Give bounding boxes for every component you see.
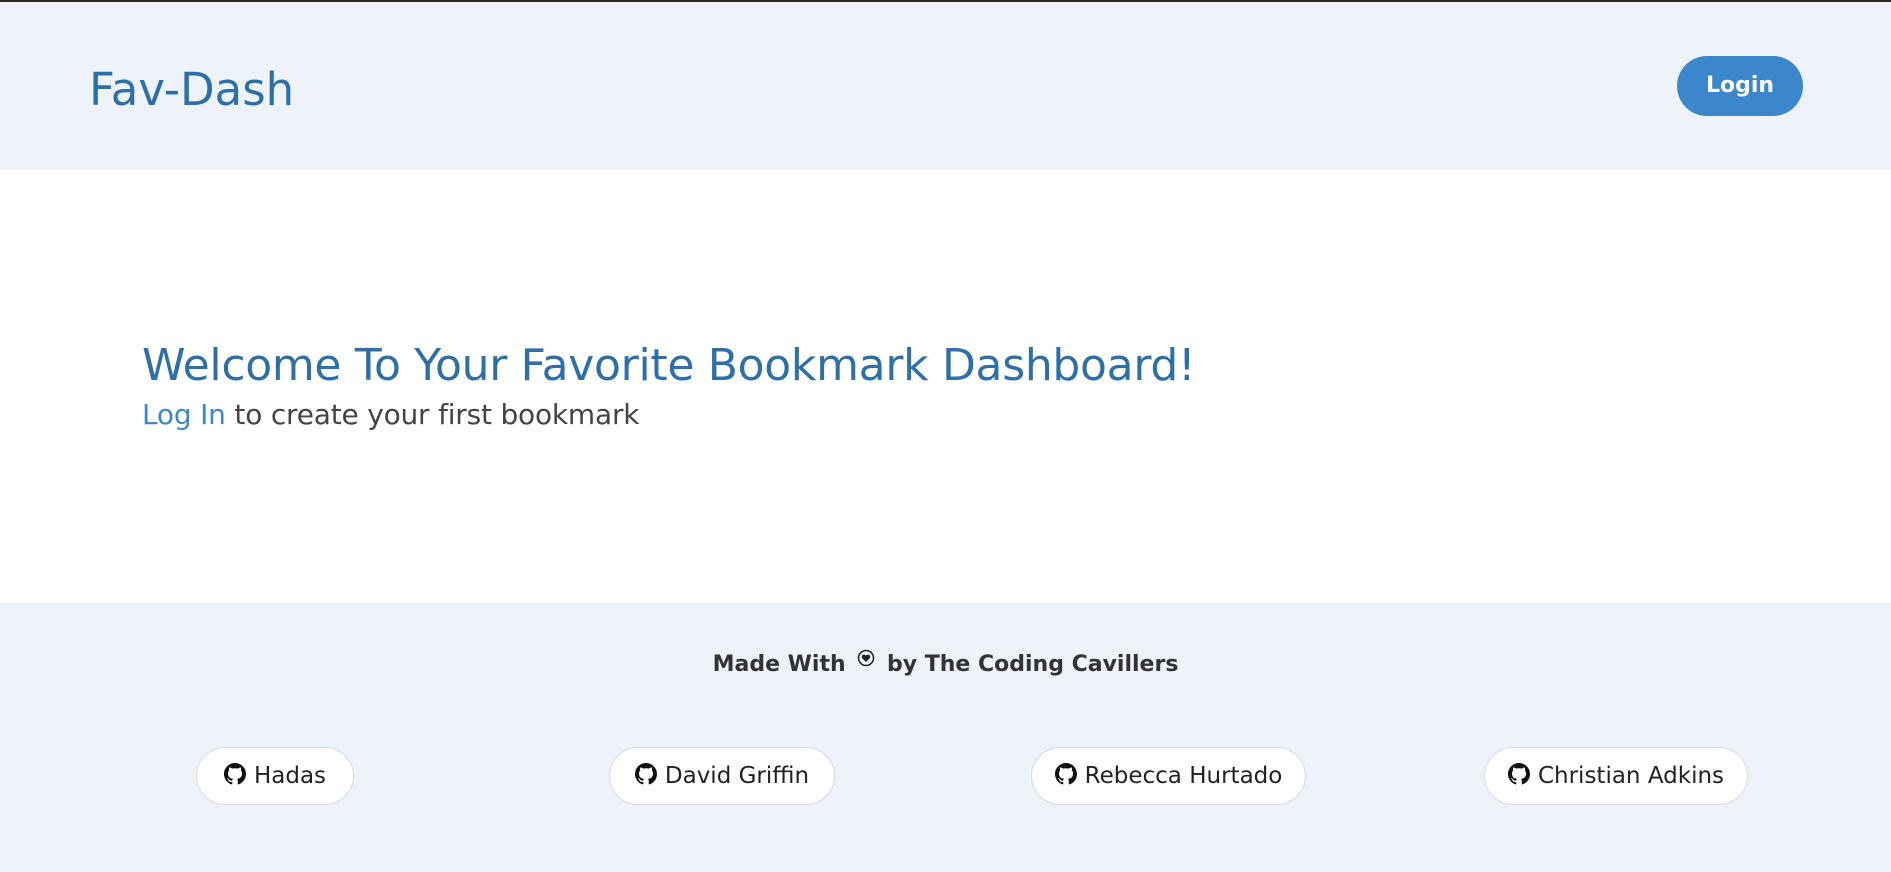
contributor-link-rebecca-hurtado[interactable]: Rebecca Hurtado: [1031, 747, 1306, 805]
contributor-name: Hadas: [253, 763, 327, 789]
login-link[interactable]: Log In: [142, 398, 226, 431]
site-header: Fav-Dash Login: [0, 2, 1891, 170]
site-footer: Made With by The Coding Cavillers Hadas …: [0, 603, 1891, 872]
made-with-credit: Made With by The Coding Cavillers: [0, 645, 1891, 681]
hero-section: Welcome To Your Favorite Bookmark Dashbo…: [0, 170, 1891, 603]
brand-logo-link[interactable]: Fav-Dash: [89, 62, 294, 118]
contributor-name: David Griffin: [664, 763, 810, 789]
github-icon: [1054, 763, 1077, 785]
login-button[interactable]: Login: [1677, 56, 1803, 116]
made-with-prefix: Made With: [712, 652, 846, 677]
hero-subtitle-text: to create your first bookmark: [225, 398, 640, 431]
heart-icon: [857, 645, 875, 667]
made-with-suffix: by The Coding Cavillers: [886, 652, 1179, 677]
github-icon: [634, 763, 657, 785]
contributor-name: Christian Adkins: [1537, 763, 1725, 789]
github-icon: [1507, 763, 1530, 785]
contributor-link-christian-adkins[interactable]: Christian Adkins: [1484, 747, 1748, 805]
github-icon: [223, 763, 246, 785]
contributor-link-hadas[interactable]: Hadas: [196, 747, 354, 805]
contributor-link-david-griffin[interactable]: David Griffin: [609, 747, 835, 805]
page-title: Welcome To Your Favorite Bookmark Dashbo…: [142, 340, 1196, 391]
contributor-name: Rebecca Hurtado: [1084, 763, 1283, 789]
hero-subtitle: Log In to create your first bookmark: [142, 396, 639, 434]
